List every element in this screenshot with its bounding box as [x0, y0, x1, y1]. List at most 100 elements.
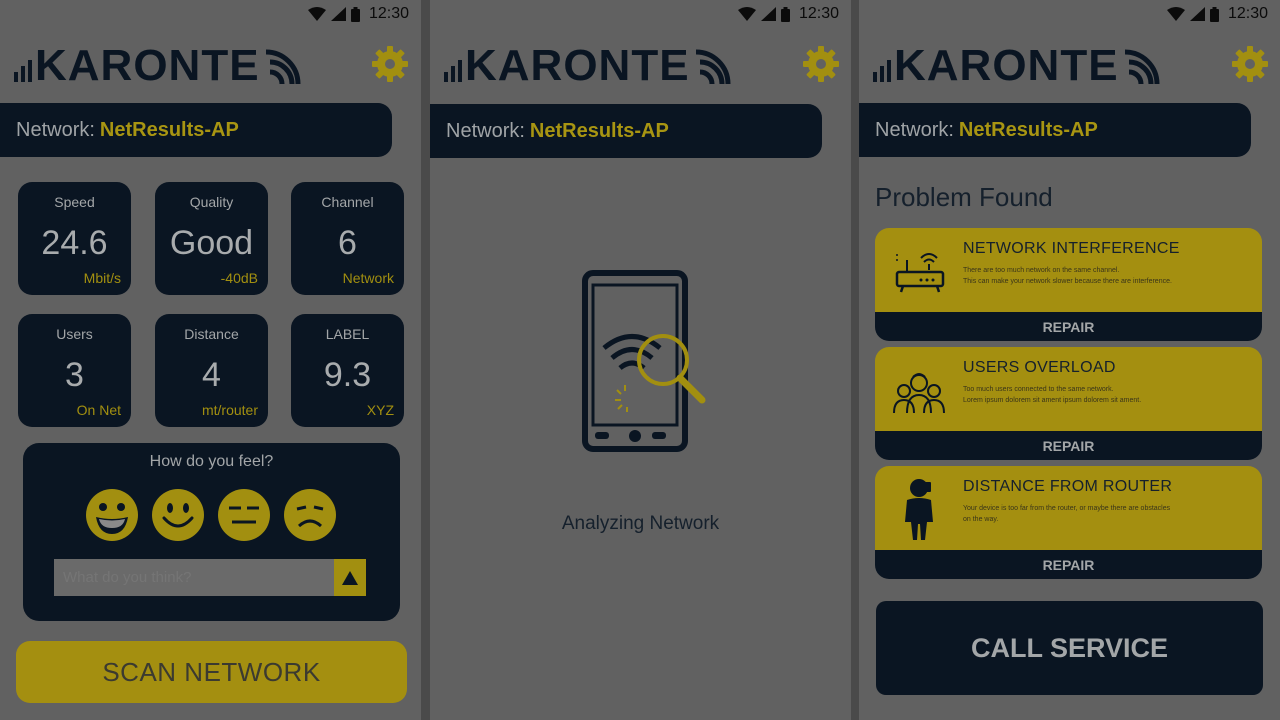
- problem-desc-line: There are too much network on the same c…: [963, 267, 1120, 274]
- repair-button[interactable]: REPAIR: [875, 431, 1262, 460]
- feedback-send-button[interactable]: [334, 559, 366, 596]
- signal-bars-icon: [444, 60, 462, 82]
- problem-found-title: Problem Found: [875, 182, 1053, 212]
- call-service-button[interactable]: CALL SERVICE: [876, 601, 1263, 695]
- metric-label: Channel: [321, 194, 374, 210]
- network-bar: Network: NetResults-AP: [859, 103, 1251, 157]
- settings-gear-icon[interactable]: [1230, 44, 1270, 84]
- signal-icon: [760, 7, 776, 21]
- network-bar: Network: NetResults-AP: [0, 103, 392, 157]
- repair-button[interactable]: REPAIR: [875, 550, 1262, 579]
- metric-tile-users: Users 3 On Net: [18, 314, 131, 427]
- problem-card-interference: NETWORK INTERFERENCE There are too much …: [875, 228, 1262, 341]
- metric-value: 6: [338, 224, 357, 262]
- metric-value: Good: [169, 224, 254, 262]
- network-bar: Network: NetResults-AP: [430, 104, 822, 158]
- network-label: Network:: [16, 118, 95, 141]
- network-label: Network:: [446, 119, 525, 142]
- problem-card-body: NETWORK INTERFERENCE There are too much …: [875, 228, 1262, 312]
- karonte-logo: KARONTE: [444, 40, 732, 88]
- problem-description: Too much users connected to the same net…: [963, 384, 1233, 406]
- feedback-input[interactable]: [54, 559, 334, 596]
- problem-card-body: DISTANCE FROM ROUTER Your device is too …: [875, 466, 1262, 550]
- problem-desc-line: on the way.: [963, 516, 999, 523]
- metric-tile-label: LABEL 9.3 XYZ: [291, 314, 404, 427]
- scan-network-button[interactable]: SCAN NETWORK: [16, 641, 407, 703]
- signal-bars-icon: [873, 60, 891, 82]
- problem-card-users-overload: USERS OVERLOAD Too much users connected …: [875, 347, 1262, 460]
- metric-tile-quality: Quality Good -40dB: [155, 182, 268, 295]
- problem-card-body: USERS OVERLOAD Too much users connected …: [875, 347, 1262, 431]
- users-group-icon: [893, 373, 945, 414]
- wifi-icon: [737, 7, 756, 21]
- analyzing-text: Analyzing Network: [561, 513, 720, 534]
- metric-label: Speed: [54, 194, 95, 210]
- settings-gear-icon[interactable]: [801, 44, 841, 84]
- wifi-icon: [307, 7, 326, 21]
- battery-icon: [1209, 6, 1219, 22]
- metric-unit: -40dB: [220, 270, 258, 286]
- problem-title: USERS OVERLOAD: [963, 359, 1116, 376]
- metric-tile-distance: Distance 4 mt/router: [155, 314, 268, 427]
- signal-icon: [1189, 7, 1205, 21]
- logo-text: KARONTE: [35, 41, 260, 90]
- status-time: 12:30: [1227, 5, 1268, 22]
- network-label: Network:: [875, 118, 954, 141]
- repair-button[interactable]: REPAIR: [875, 312, 1262, 341]
- mood-faces: [85, 488, 337, 542]
- feedback-title: How do you feel?: [149, 453, 274, 470]
- status-time: 12:30: [368, 5, 409, 22]
- network-name: NetResults-AP: [958, 118, 1098, 141]
- metric-value: 24.6: [41, 224, 108, 262]
- problem-desc-line: This can make your network slower becaus…: [963, 278, 1172, 285]
- status-bar: 12:30: [0, 0, 421, 28]
- router-icon: [895, 253, 945, 293]
- problem-description: There are too much network on the same c…: [963, 265, 1233, 287]
- problem-card-distance: DISTANCE FROM ROUTER Your device is too …: [875, 466, 1262, 579]
- metric-label: LABEL: [325, 326, 370, 342]
- sad-face-icon[interactable]: [283, 488, 337, 542]
- status-bar: 12:30: [430, 0, 851, 28]
- very-happy-face-icon[interactable]: [85, 488, 139, 542]
- triangle-up-icon: [342, 570, 358, 585]
- problem-desc-line: Too much users connected to the same net…: [963, 386, 1114, 393]
- battery-icon: [780, 6, 790, 22]
- settings-gear-icon[interactable]: [370, 44, 410, 84]
- metric-label: Users: [56, 326, 93, 342]
- metric-unit: Mbit/s: [83, 270, 121, 286]
- wifi-arcs-icon: [1124, 49, 1160, 84]
- neutral-face-icon[interactable]: [217, 488, 271, 542]
- karonte-logo: KARONTE: [873, 40, 1161, 88]
- battery-icon: [350, 6, 360, 22]
- metric-tile-channel: Channel 6 Network: [291, 182, 404, 295]
- metric-unit: XYZ: [366, 402, 394, 418]
- wifi-icon: [1166, 7, 1185, 21]
- network-name: NetResults-AP: [99, 118, 239, 141]
- metric-unit: On Net: [76, 402, 121, 418]
- problem-description: Your device is too far from the router, …: [963, 503, 1233, 525]
- problem-title: DISTANCE FROM ROUTER: [963, 478, 1173, 495]
- metric-value: 4: [202, 356, 221, 394]
- metric-unit: Network: [342, 270, 394, 286]
- metric-label: Distance: [184, 326, 239, 342]
- status-bar: 12:30: [859, 0, 1280, 28]
- person-phone-icon: [905, 479, 933, 540]
- problem-title: NETWORK INTERFERENCE: [963, 240, 1180, 257]
- metric-label: Quality: [189, 194, 234, 210]
- wifi-arcs-icon: [695, 49, 731, 84]
- happy-face-icon[interactable]: [151, 488, 205, 542]
- signal-icon: [330, 7, 346, 21]
- metric-tile-speed: Speed 24.6 Mbit/s: [18, 182, 131, 295]
- feedback-panel: How do you feel?: [23, 443, 400, 621]
- logo-text: KARONTE: [465, 41, 690, 90]
- problem-desc-line: Your device is too far from the router, …: [963, 505, 1171, 512]
- problem-desc-line: Lorem ipsum dolorem sit ament ipsum dolo…: [963, 397, 1142, 404]
- metric-value: 9.3: [323, 356, 372, 394]
- problems-screen: 12:30 KARONTE Network: NetResults-AP Pro…: [859, 0, 1280, 720]
- signal-bars-icon: [14, 60, 32, 82]
- phone-wifi-search-icon: [582, 270, 706, 452]
- dashboard-screen: 12:30 KARONTE Network: NetResults-AP Spe…: [0, 0, 421, 720]
- analyzing-screen: 12:30 KARONTE Network: NetResults-AP Ana…: [430, 0, 851, 720]
- karonte-logo: KARONTE: [14, 40, 302, 88]
- wifi-arcs-icon: [265, 49, 301, 84]
